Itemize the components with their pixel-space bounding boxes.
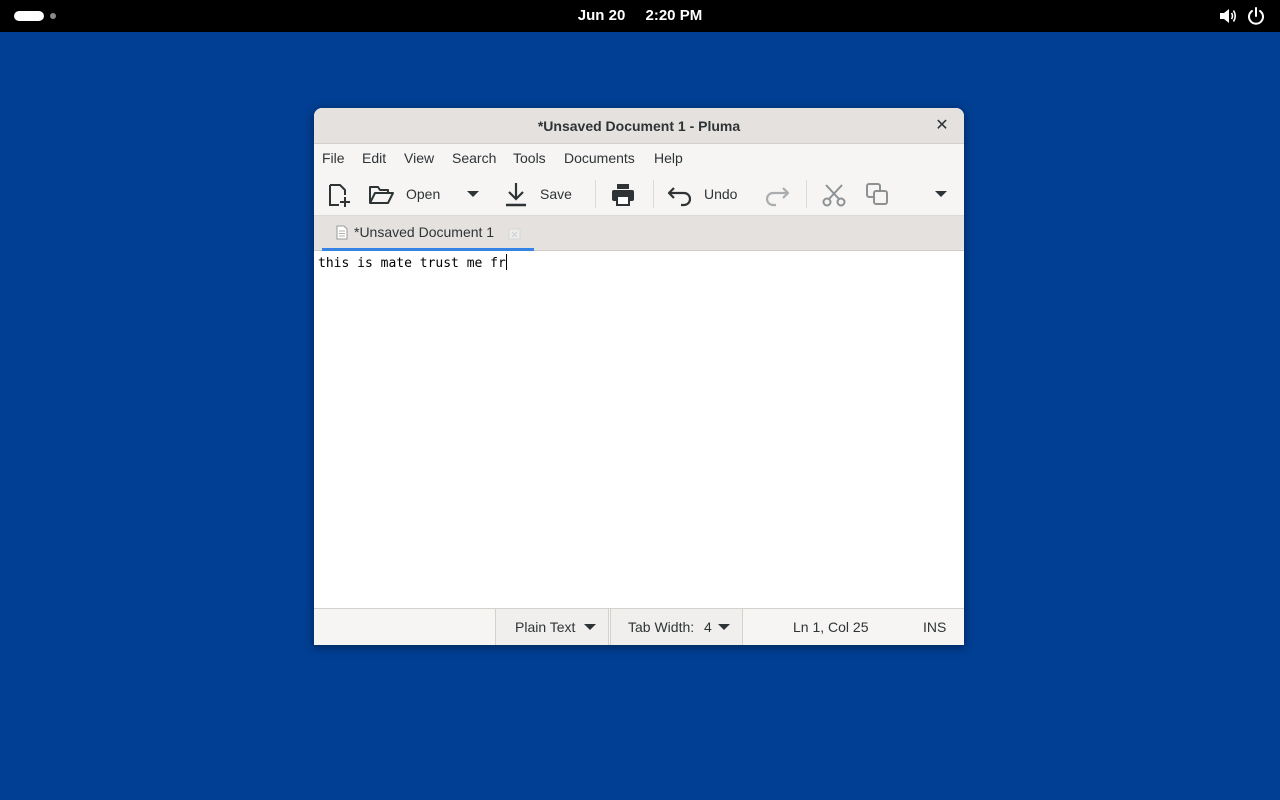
menu-file[interactable]: File <box>322 144 345 172</box>
toolbar-separator <box>595 180 596 208</box>
language-selector[interactable]: Plain Text <box>495 609 609 645</box>
toolbar-separator <box>653 180 654 208</box>
redo-button[interactable] <box>763 178 791 210</box>
undo-icon <box>667 187 692 207</box>
top-bar: Jun 20 2:20 PM <box>0 0 1280 32</box>
document-tab-bar: *Unsaved Document 1 <box>314 216 964 251</box>
tab-width-value: 4 <box>704 619 712 635</box>
menu-view[interactable]: View <box>404 144 434 172</box>
cursor-position: Ln 1, Col 25 <box>793 619 869 635</box>
close-icon[interactable]: ✕ <box>932 116 952 136</box>
chevron-down-icon <box>584 624 596 630</box>
language-label: Plain Text <box>515 619 576 635</box>
menu-help[interactable]: Help <box>654 144 683 172</box>
overflow-arrow-icon <box>935 191 947 197</box>
open-recent-dropdown[interactable] <box>466 178 486 210</box>
status-bar: Plain Text Tab Width: 4 Ln 1, Col 25 INS <box>314 608 964 645</box>
clock[interactable]: Jun 20 2:20 PM <box>0 0 1280 32</box>
volume-icon[interactable] <box>1218 7 1238 25</box>
date-label[interactable]: Jun 20 <box>578 7 626 24</box>
chevron-down-icon <box>718 624 730 630</box>
tab-width-label: Tab Width: <box>628 619 695 635</box>
menu-edit[interactable]: Edit <box>362 144 386 172</box>
time-label[interactable]: 2:20 PM <box>646 7 703 24</box>
workspace-indicator-dot <box>50 13 56 19</box>
power-icon[interactable] <box>1247 6 1265 26</box>
dropdown-arrow-icon <box>467 191 479 197</box>
print-icon <box>612 184 634 206</box>
menu-tools[interactable]: Tools <box>513 144 546 172</box>
text-cursor <box>505 254 507 270</box>
menu-bar: File Edit View Search Tools Documents He… <box>314 144 964 172</box>
print-button[interactable] <box>610 178 638 210</box>
text-document-icon <box>336 225 348 240</box>
tab-width-selector[interactable]: Tab Width: 4 <box>610 609 743 645</box>
menu-search[interactable]: Search <box>452 144 496 172</box>
tab-label: *Unsaved Document 1 <box>354 224 495 240</box>
save-download-icon <box>506 183 526 207</box>
folder-open-icon <box>369 186 394 204</box>
insert-mode: INS <box>923 619 947 635</box>
copy-button[interactable] <box>864 178 892 210</box>
tab-unsaved-document-1[interactable]: *Unsaved Document 1 <box>322 216 534 251</box>
tab-close-icon[interactable] <box>508 227 522 241</box>
window-title: *Unsaved Document 1 - Pluma <box>537 118 741 134</box>
undo-label: Undo <box>704 186 738 202</box>
save-label: Save <box>540 186 572 202</box>
cut-button[interactable] <box>820 178 848 210</box>
title-bar[interactable]: *Unsaved Document 1 - Pluma ✕ <box>314 108 964 144</box>
new-document-icon <box>329 184 350 207</box>
redo-icon <box>765 187 790 207</box>
editor-content: this is mate trust me fr <box>318 256 506 271</box>
toolbar-overflow-button[interactable] <box>934 178 952 210</box>
new-document-button[interactable] <box>326 178 354 210</box>
open-label: Open <box>406 186 441 202</box>
save-button[interactable]: Save <box>504 178 584 210</box>
text-editor-area[interactable]: this is mate trust me fr <box>314 251 964 608</box>
menu-documents[interactable]: Documents <box>564 144 635 172</box>
cut-icon <box>822 184 846 207</box>
copy-icon <box>866 183 888 205</box>
toolbar: Open Save Undo <box>314 172 964 216</box>
toolbar-separator <box>806 180 807 208</box>
activities-button[interactable] <box>14 11 58 21</box>
editor-line-1[interactable]: this is mate trust me fr <box>318 254 507 274</box>
undo-button[interactable]: Undo <box>666 178 746 210</box>
pluma-window: *Unsaved Document 1 - Pluma ✕ File Edit … <box>314 108 964 645</box>
workspace-indicator-active <box>14 11 44 21</box>
